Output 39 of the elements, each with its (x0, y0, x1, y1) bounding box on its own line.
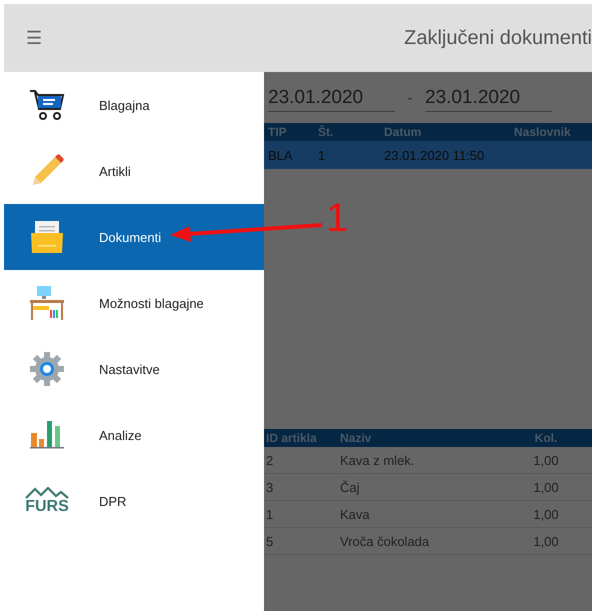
column-header: Naziv (339, 431, 372, 445)
table-cell-text: BLA (267, 148, 294, 162)
table-cell-text: 1,00 (532, 452, 560, 468)
table-cell-text: 1,00 (532, 480, 560, 494)
column-header: Kol. (534, 431, 558, 445)
table-cell-text: 1,00 (532, 506, 560, 522)
annotation-number: 1 (326, 196, 348, 240)
table-cell-text: 5 (265, 534, 274, 548)
table-cell-text: 1,00 (532, 534, 560, 548)
drawer-item[interactable]: Nastavitve (4, 336, 264, 402)
drawer-item[interactable]: Blagajna (4, 72, 264, 138)
column-header: TIP (267, 125, 288, 139)
drawer-item[interactable]: Artikli (4, 138, 264, 204)
column-header: Naslovnik (514, 125, 572, 139)
screen-title: Zaključeni dokumenti (404, 26, 592, 50)
folder-icon (30, 221, 64, 253)
furs-logo: FURS (25, 487, 69, 515)
table-cell-text: 1 (318, 148, 326, 162)
column-header: Datum (384, 125, 422, 139)
table-cell-text: 3 (265, 480, 274, 494)
drawer-item[interactable]: Možnosti blagajne (4, 270, 264, 336)
table-cell-text: Kava z mlek. (339, 452, 416, 468)
gear-icon (30, 352, 64, 386)
desk-icon (30, 286, 64, 320)
table-cell-text: 1 (265, 506, 274, 522)
drawer-item[interactable]: Dokumenti (4, 204, 264, 270)
drawer-item[interactable]: FURS DPR (4, 468, 264, 534)
date-separator: - (406, 90, 414, 109)
table-cell-text: Vroča čokolada (339, 534, 430, 548)
table-cell-text: 2 (265, 452, 274, 468)
table-cell-text: Čaj (339, 480, 361, 494)
bar-chart-icon (30, 421, 64, 449)
table-cell-text: 23.01.2020 11:50 (384, 148, 486, 162)
drawer-item[interactable]: Analize (4, 402, 264, 468)
cart-icon (29, 89, 65, 121)
menu-icon[interactable]: ☰ (26, 27, 42, 49)
table-cell-text: Kava (339, 506, 371, 522)
column-header: ID artikla (265, 431, 318, 445)
column-header: Št. (318, 125, 334, 139)
